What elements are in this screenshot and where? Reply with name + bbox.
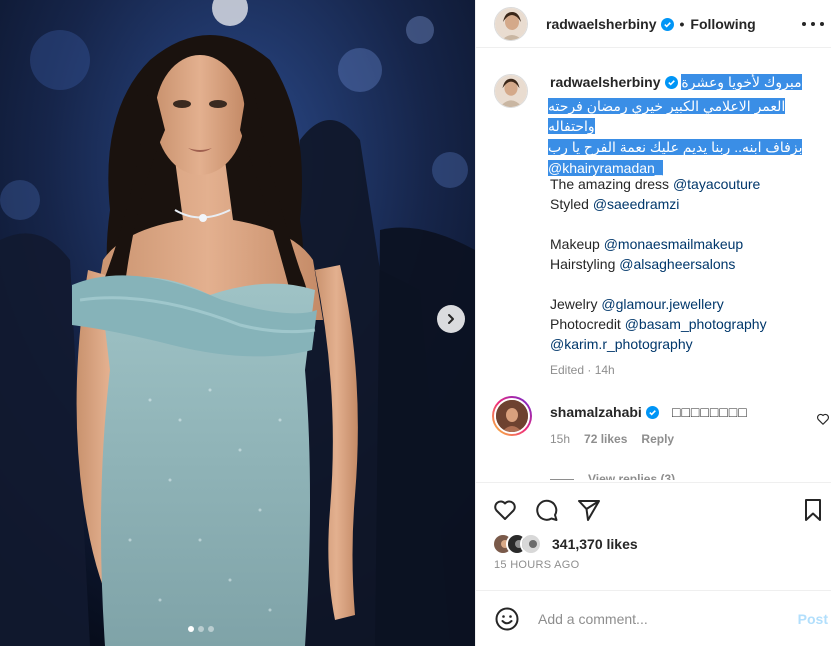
mention-link[interactable]: @basam_photography bbox=[625, 316, 767, 332]
caption-first-line: radwaelsherbiny مبروك لأخويا وعشرة bbox=[550, 74, 802, 91]
instagram-post: radwaelsherbiny • Following radwaelsherb… bbox=[0, 0, 831, 646]
more-options-icon[interactable] bbox=[802, 14, 824, 34]
comment-username[interactable]: shamalzahabi bbox=[550, 404, 659, 420]
likes-count[interactable]: 341,370 likes bbox=[552, 536, 638, 552]
avatar-image bbox=[494, 74, 528, 108]
header-username[interactable]: radwaelsherbiny bbox=[546, 16, 674, 32]
caption-line-text: Hairstyling bbox=[550, 256, 620, 272]
save-bookmark-icon[interactable] bbox=[800, 497, 826, 523]
comment-time[interactable]: 15h bbox=[550, 432, 570, 446]
caption-edited-time: Edited · 14h bbox=[550, 363, 615, 377]
share-paper-plane-icon[interactable] bbox=[576, 497, 602, 523]
caption-line: Styled @saeedramzi bbox=[550, 194, 679, 214]
username-text[interactable]: radwaelsherbiny bbox=[546, 16, 657, 32]
likes-label[interactable]: likes bbox=[607, 536, 638, 552]
commenter-avatar[interactable] bbox=[492, 396, 532, 436]
caption-arabic-line: بزفاف ابنه.. ربنا يديم عليك نعمة الفرح ي… bbox=[548, 139, 803, 155]
add-comment-bar: Post bbox=[476, 590, 831, 646]
likes-row: 341,370 likes bbox=[492, 533, 638, 555]
caption-line: Hairstyling @alsagheersalons bbox=[550, 254, 735, 274]
comment-bubble-icon[interactable] bbox=[534, 497, 560, 523]
caption-arabic-first: مبروك لأخويا وعشرة bbox=[681, 74, 802, 90]
comment-text: □□□□□□□□ bbox=[672, 404, 748, 420]
caption-arabic-line: العمر الاعلامي الكبير خيري رمضان فرحته و… bbox=[548, 98, 786, 134]
action-icons bbox=[492, 497, 602, 523]
mention-link[interactable]: @karim.r_photography bbox=[550, 336, 693, 352]
liker-avatar[interactable] bbox=[520, 533, 542, 555]
caption-line-text: The amazing dress bbox=[550, 176, 673, 192]
carousel-dot bbox=[188, 626, 194, 632]
emoji-smiley-icon[interactable] bbox=[494, 606, 520, 632]
comment-input[interactable] bbox=[538, 610, 788, 627]
likes-number[interactable]: 341,370 bbox=[552, 536, 603, 552]
like-heart-icon[interactable] bbox=[492, 497, 518, 523]
chevron-right-icon bbox=[448, 314, 454, 324]
comments-section: radwaelsherbiny مبروك لأخويا وعشرة العمر… bbox=[476, 60, 831, 480]
comment-meta: 15h 72 likes Reply bbox=[550, 432, 674, 446]
mention-link[interactable]: @saeedramzi bbox=[593, 196, 680, 212]
post-image[interactable] bbox=[0, 0, 475, 646]
post-comment-button[interactable]: Post bbox=[798, 611, 828, 627]
avatar-image bbox=[495, 7, 527, 40]
like-comment-heart-icon[interactable] bbox=[816, 412, 830, 426]
verified-badge-icon bbox=[660, 17, 674, 31]
verified-badge-icon bbox=[664, 76, 678, 89]
caption-line-text: Makeup bbox=[550, 236, 604, 252]
post-actions: 341,370 likes 15 HOURS AGO bbox=[476, 482, 831, 590]
mention-link[interactable]: @glamour.jewellery bbox=[601, 296, 723, 312]
caption-arabic-block: العمر الاعلامي الكبير خيري رمضان فرحته و… bbox=[548, 96, 818, 178]
post-header: radwaelsherbiny • Following bbox=[476, 0, 831, 48]
following-button[interactable]: Following bbox=[690, 16, 755, 32]
carousel-dot bbox=[198, 626, 204, 632]
caption-line-text: Jewelry bbox=[550, 296, 602, 312]
avatar-image bbox=[496, 400, 528, 432]
view-replies-label[interactable]: View replies (3) bbox=[588, 472, 675, 480]
post-photo bbox=[0, 0, 475, 646]
caption-username[interactable]: radwaelsherbiny bbox=[550, 74, 661, 90]
caption-avatar[interactable] bbox=[494, 74, 528, 108]
caption-line-text: Styled bbox=[550, 196, 593, 212]
mention-link[interactable]: @tayacouture bbox=[673, 176, 760, 192]
divider bbox=[550, 478, 574, 480]
post-time[interactable]: 15 HOURS AGO bbox=[494, 559, 580, 571]
carousel-dots bbox=[188, 626, 214, 632]
carousel-next-button[interactable] bbox=[437, 305, 465, 333]
mention-link[interactable]: @alsagheersalons bbox=[619, 256, 735, 272]
caption-line: @karim.r_photography bbox=[550, 334, 693, 354]
comment-likes[interactable]: 72 likes bbox=[584, 432, 627, 446]
header-separator: • bbox=[679, 15, 685, 32]
caption-line-text: Photocredit bbox=[550, 316, 625, 332]
view-replies-button[interactable]: View replies (3) bbox=[550, 472, 675, 480]
caption-line: Makeup @monaesmailmakeup bbox=[550, 234, 743, 254]
verified-badge-icon bbox=[645, 406, 659, 419]
caption-line: The amazing dress @tayacouture bbox=[550, 174, 760, 194]
carousel-dot bbox=[208, 626, 214, 632]
caption-line: Jewelry @glamour.jewellery bbox=[550, 294, 724, 314]
avatar[interactable] bbox=[494, 6, 528, 41]
reply-button[interactable]: Reply bbox=[641, 432, 674, 446]
caption-line: Photocredit @basam_photography bbox=[550, 314, 767, 334]
comment-username-text[interactable]: shamalzahabi bbox=[550, 404, 642, 420]
post-sidebar: radwaelsherbiny • Following radwaelsherb… bbox=[475, 0, 831, 646]
mention-link[interactable]: @monaesmailmakeup bbox=[604, 236, 744, 252]
